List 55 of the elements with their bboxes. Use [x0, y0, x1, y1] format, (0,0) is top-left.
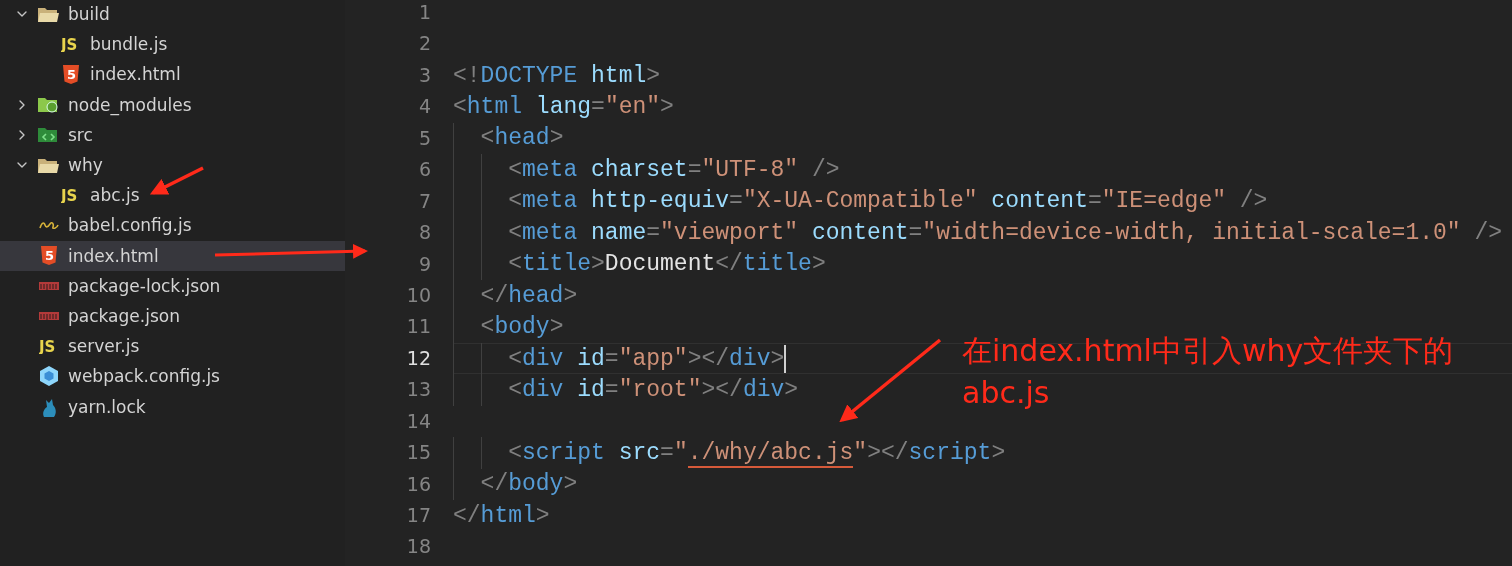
code-line: </head> — [480, 282, 578, 309]
html5-icon: 5 — [40, 246, 57, 266]
file-item[interactable]: yarn.lock — [0, 391, 345, 422]
line-number: 1 — [418, 0, 431, 25]
line-number: 13 — [406, 377, 431, 403]
annotation-note: 在index.html中引入why文件夹下的abc.js — [962, 332, 1455, 412]
npm-icon — [38, 281, 59, 290]
folder-icon — [38, 126, 59, 144]
file-item[interactable]: 5 index.html — [0, 240, 345, 271]
code-line: <script src="./why/abc.js"></script> — [508, 439, 1006, 466]
folder-item[interactable]: build — [0, 0, 345, 30]
line-number: 17 — [406, 503, 431, 528]
code-line: <body> — [480, 314, 564, 341]
line-number: 5 — [418, 125, 431, 151]
folder-icon — [38, 96, 59, 114]
code-line: <!DOCTYPE html> — [453, 62, 661, 89]
line-number: 9 — [418, 251, 431, 277]
code-line: </body> — [480, 471, 578, 498]
line-number: 15 — [406, 440, 431, 466]
line-number: 14 — [406, 408, 431, 434]
line-number: 2 — [418, 31, 431, 57]
file-item[interactable]: webpack.config.js — [0, 361, 345, 392]
line-number: 11 — [406, 314, 431, 340]
line-number: 16 — [406, 471, 431, 497]
arrow — [149, 166, 204, 195]
code-line: <title>Document</title> — [508, 251, 826, 278]
code-line: <head> — [480, 125, 564, 152]
folder-item[interactable]: why — [0, 149, 345, 181]
line-number: 8 — [418, 220, 431, 246]
babel-icon — [38, 221, 59, 230]
code-line: <meta name="viewport" content="width=device-width, initial-scale=1.0" /> — [508, 219, 1503, 246]
line-number: 10 — [406, 282, 431, 308]
code-line: <meta http-equiv="X-UA-Compatible" content="IE=edge" /> — [508, 188, 1268, 215]
code-line: <html lang="en"> — [453, 94, 674, 121]
html5-icon: 5 — [62, 64, 79, 84]
file-item[interactable]: package-lock.json — [0, 270, 345, 301]
folder-icon — [38, 5, 59, 23]
file-item[interactable]: package.json — [0, 300, 345, 332]
cube-icon — [39, 366, 58, 387]
npm-icon — [38, 311, 59, 320]
line-number: 4 — [418, 94, 431, 120]
folder-item[interactable]: node_modules — [0, 89, 345, 120]
code-line: <div id="root"></div> — [508, 376, 799, 403]
code-line: </html> — [453, 502, 550, 529]
line-number: 12 — [406, 345, 431, 371]
code-line: <div id="app"></div> — [508, 345, 785, 372]
folder-item[interactable]: src — [0, 119, 345, 150]
line-number: 18 — [406, 534, 431, 560]
line-number: 3 — [418, 62, 431, 88]
code-line: <meta charset="UTF-8" /> — [508, 156, 840, 183]
line-number: 6 — [418, 157, 431, 183]
line-number: 7 — [418, 188, 431, 214]
file-item[interactable]: 5 index.html — [0, 59, 345, 90]
file-item[interactable]: babel.config.js — [0, 210, 345, 241]
folder-icon — [38, 156, 59, 174]
